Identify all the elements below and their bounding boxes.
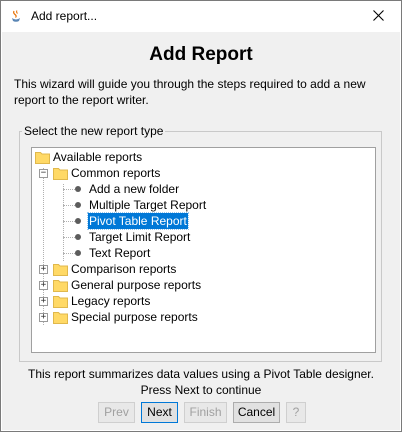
tree-node-special-purpose-reports[interactable]: + Special purpose reports [35,309,215,325]
tree-connector [63,221,75,222]
tree-node-label: Comparison reports [71,262,177,276]
tree-node-label: Common reports [71,166,161,180]
close-icon [372,9,384,24]
folder-icon [53,278,68,292]
tree-item-label: Add a new folder [89,182,180,196]
bullet-icon [75,250,81,256]
tree-connector [63,205,75,206]
tree-connector [63,253,75,254]
tree-node-common-reports[interactable]: − Common reports [35,165,175,181]
tree-item-target-limit-report[interactable]: Target Limit Report [75,229,235,245]
expand-toggle-icon[interactable]: + [39,313,48,322]
window-title: Add report... [31,9,98,23]
finish-button[interactable]: Finish [184,402,227,423]
tree-node-general-purpose-reports[interactable]: + General purpose reports [35,277,215,293]
tree-item-label: Text Report [89,246,151,260]
tree-item-add-new-folder[interactable]: Add a new folder [75,181,215,197]
report-type-tree[interactable]: Available reports − Common reports Add a… [31,147,376,353]
report-info-hint: Press Next to continue [140,383,262,397]
bullet-icon [75,218,81,224]
tree-connector [63,189,75,190]
folder-icon [53,166,68,180]
expand-toggle-icon[interactable]: + [39,297,48,306]
tree-item-label: Multiple Target Report [89,198,207,212]
wizard-description: This wizard will guide you through the s… [14,77,366,107]
tree-item-text-report[interactable]: Text Report [75,245,215,261]
title-bar[interactable]: Add report... [1,1,401,32]
collapse-toggle-icon[interactable]: − [39,169,48,178]
tree-connector [63,184,64,261]
tree-item-pivot-table-report[interactable]: Pivot Table Report [75,212,235,230]
bullet-icon [75,234,81,240]
tree-item-multiple-target-report[interactable]: Multiple Target Report [75,197,235,213]
tree-node-label: Available reports [53,150,143,164]
folder-icon [53,310,68,324]
wizard-heading: Add Report [149,44,253,65]
dialog-content: Add Report This wizard will guide you th… [2,32,400,430]
report-type-group-label: Select the new report type [22,124,166,138]
tree-node-label: Special purpose reports [71,310,198,324]
folder-icon [53,294,68,308]
cancel-button[interactable]: Cancel [233,402,280,423]
tree-node-available-reports[interactable]: Available reports [35,149,155,165]
tree-item-label: Target Limit Report [89,230,191,244]
next-button[interactable]: Next [141,402,178,423]
tree-node-legacy-reports[interactable]: + Legacy reports [35,293,175,309]
bullet-icon [75,186,81,192]
tree-node-label: Legacy reports [71,294,151,308]
expand-toggle-icon[interactable]: + [39,281,48,290]
add-report-dialog: Add report... Add Report This wizard wil… [0,0,402,432]
tree-node-label: General purpose reports [71,278,202,292]
report-info-summary: This report summarizes data values using… [28,367,374,381]
report-info: This report summarizes data values using… [2,366,400,398]
bullet-icon [75,202,81,208]
tree-node-comparison-reports[interactable]: + Comparison reports [35,261,195,277]
prev-button[interactable]: Prev [98,402,135,423]
tree-item-label-selected: Pivot Table Report [87,212,189,230]
folder-icon [53,262,68,276]
close-button[interactable] [355,1,401,32]
folder-icon [35,150,50,164]
help-button[interactable]: ? [286,402,306,423]
java-coffee-icon [9,9,23,23]
expand-toggle-icon[interactable]: + [39,265,48,274]
tree-connector [63,237,75,238]
